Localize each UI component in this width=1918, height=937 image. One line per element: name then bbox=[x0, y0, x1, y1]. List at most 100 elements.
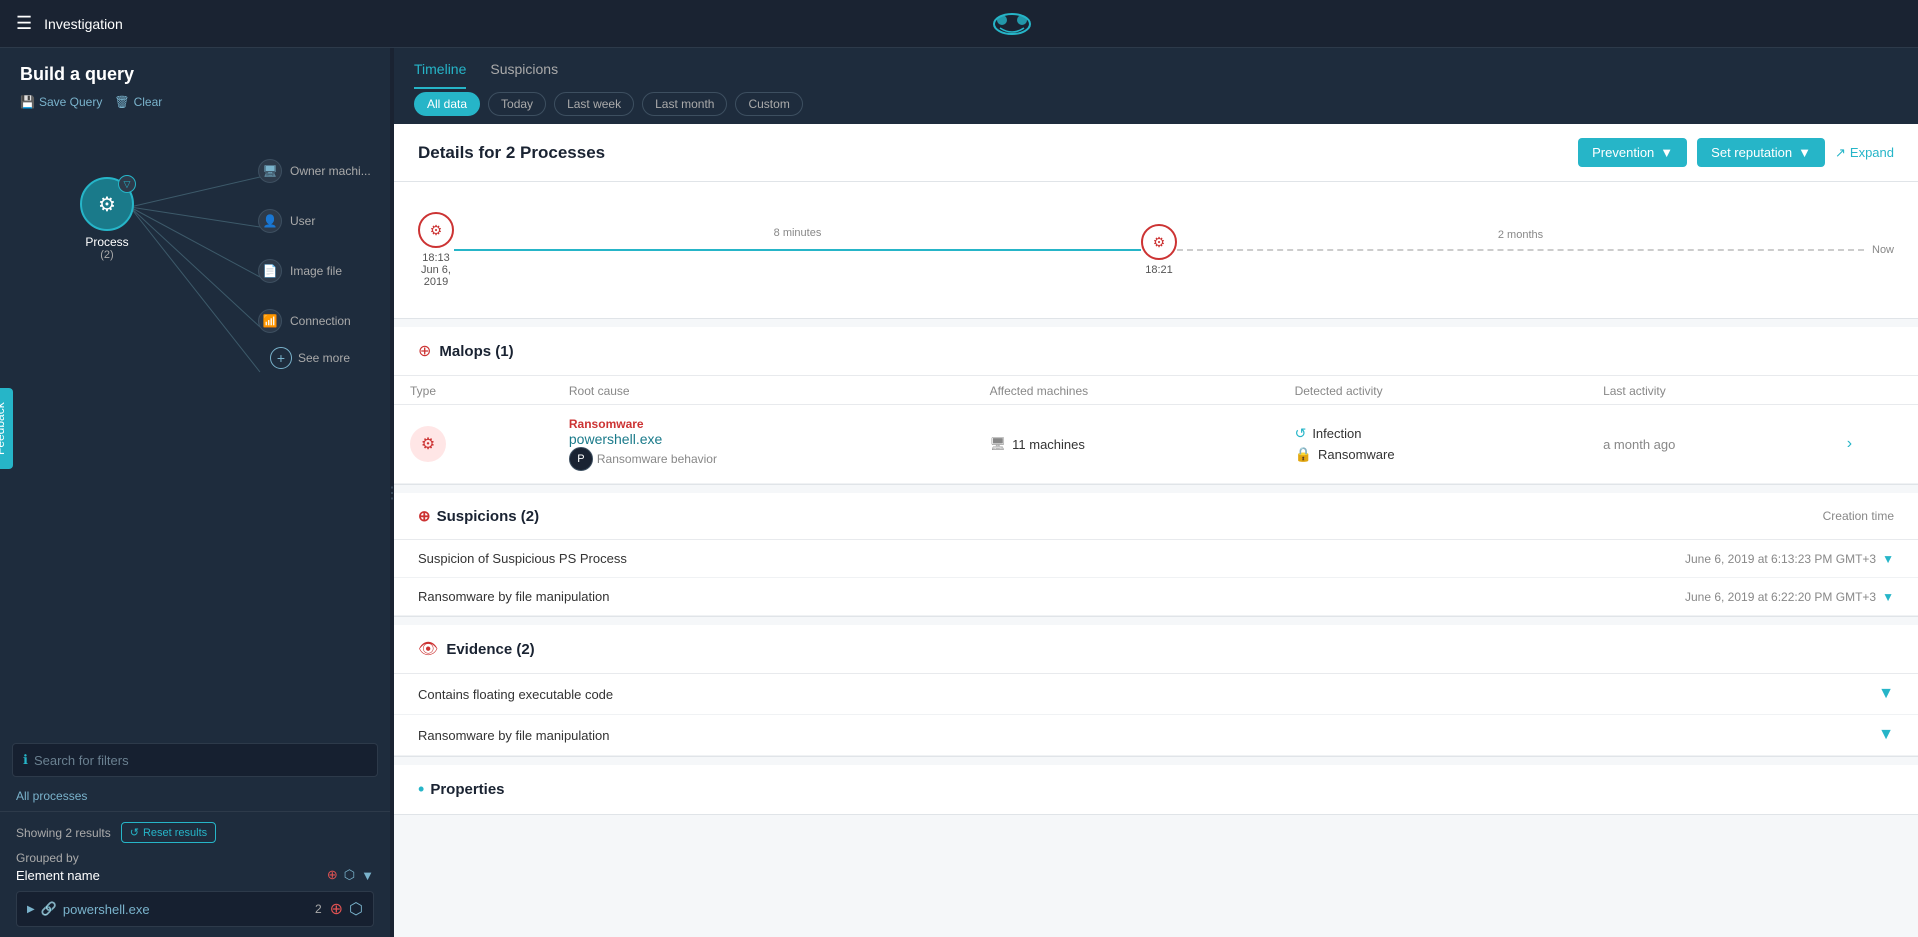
machines-cell: 🖥 11 machines bbox=[990, 436, 1263, 452]
malop-process-name: powershell.exe bbox=[569, 431, 958, 447]
malop-rootcause-cell: Ransomware powershell.exe P Ransomware b… bbox=[553, 405, 974, 484]
see-more-node[interactable]: + See more bbox=[270, 347, 350, 369]
connected-node-user[interactable]: 👤 User bbox=[258, 209, 315, 233]
set-reputation-button[interactable]: Set reputation ▼ bbox=[1697, 138, 1825, 167]
result-count: 2 bbox=[315, 902, 322, 916]
evidence-row-2[interactable]: Ransomware by file manipulation ▼ bbox=[394, 715, 1918, 756]
save-icon: 💾 bbox=[20, 95, 35, 109]
search-filters-input[interactable]: ℹ Search for filters bbox=[12, 743, 378, 777]
prevention-chevron-icon: ▼ bbox=[1660, 145, 1673, 160]
properties-dot-icon: • bbox=[418, 779, 424, 800]
suspicions-header: ⊕ Suspicions (2) Creation time bbox=[394, 493, 1918, 540]
suspicion-row-1[interactable]: Suspicion of Suspicious PS Process June … bbox=[394, 540, 1918, 578]
timeline-gap-label-1: 8 minutes bbox=[774, 227, 822, 239]
prevention-button[interactable]: Prevention ▼ bbox=[1578, 138, 1687, 167]
app-logo bbox=[992, 10, 1032, 38]
evidence-name-1: Contains floating executable code bbox=[418, 687, 613, 702]
timeline-now-label: Now bbox=[1872, 244, 1894, 256]
evidence-name-2: Ransomware by file manipulation bbox=[418, 728, 609, 743]
properties-title: Properties bbox=[430, 781, 504, 798]
activity-ransomware: 🔒 Ransomware bbox=[1295, 446, 1572, 463]
evidence-row-1[interactable]: Contains floating executable code ▼ bbox=[394, 674, 1918, 715]
timeline-segment-2: 2 months bbox=[1177, 249, 1864, 251]
malop-behavior: P Ransomware behavior bbox=[569, 447, 958, 471]
suspicion-name-1: Suspicion of Suspicious PS Process bbox=[418, 551, 627, 566]
timeline-start-time: 18:13 Jun 6, 2019 bbox=[421, 252, 451, 288]
result-row-actions: ⊕ ⬡ bbox=[330, 899, 363, 919]
image-file-icon: 📄 bbox=[258, 259, 282, 283]
result-name: powershell.exe bbox=[63, 902, 315, 917]
reset-icon: ↺ bbox=[130, 826, 139, 839]
search-placeholder-text: Search for filters bbox=[34, 753, 129, 768]
malops-icon: ⊕ bbox=[418, 341, 431, 361]
evidence-eye-icon: 👁 bbox=[418, 639, 438, 659]
all-processes-label: All processes bbox=[0, 785, 390, 811]
save-query-button[interactable]: 💾 Save Query bbox=[20, 95, 102, 109]
owner-machine-icon: 🖥 bbox=[258, 159, 282, 183]
timeline-mid-time: 18:21 bbox=[1145, 264, 1173, 276]
graph-area: ⚙ ▽ Process (2) 🖥 Owner machi... 👤 User … bbox=[0, 117, 390, 739]
timeline-mid-dot: ⚙ bbox=[1141, 224, 1177, 260]
results-section: Showing 2 results ↺ Reset results Groupe… bbox=[0, 812, 390, 937]
date-last-month[interactable]: Last month bbox=[642, 92, 727, 116]
date-all-data[interactable]: All data bbox=[414, 92, 480, 116]
suspicions-icon: ⊕ bbox=[418, 507, 431, 525]
left-panel: Build a query 💾 Save Query 🗑 Clear bbox=[0, 48, 390, 937]
suspicion-time-1: June 6, 2019 at 6:13:23 PM GMT+3 ▼ bbox=[1685, 552, 1894, 566]
results-header: Showing 2 results ↺ Reset results bbox=[16, 822, 374, 843]
properties-bar: • Properties bbox=[394, 765, 1918, 814]
monitor-icon: 🖥 bbox=[990, 436, 1007, 452]
grouped-by-label: Grouped by bbox=[16, 851, 374, 865]
malop-type-cell: ⚙ bbox=[394, 405, 553, 484]
malop-machines-cell: 🖥 11 machines bbox=[974, 405, 1279, 484]
expand-button[interactable]: ↗ Expand bbox=[1835, 145, 1894, 161]
set-reputation-chevron-icon: ▼ bbox=[1798, 145, 1811, 160]
query-header: Build a query 💾 Save Query 🗑 Clear bbox=[0, 48, 390, 117]
evidence-section-title: Evidence (2) bbox=[446, 641, 534, 658]
element-icon: ⬡ bbox=[344, 867, 355, 883]
tab-timeline[interactable]: Timeline bbox=[414, 51, 466, 89]
menu-icon[interactable]: ☰ bbox=[16, 13, 32, 34]
right-panel: Timeline Suspicions All data Today Last … bbox=[394, 48, 1918, 937]
evidence-chevron-2: ▼ bbox=[1878, 726, 1894, 744]
timeline-start-point: ⚙ 18:13 Jun 6, 2019 bbox=[418, 212, 454, 288]
process-node-count: (2) bbox=[100, 249, 113, 261]
date-last-week[interactable]: Last week bbox=[554, 92, 634, 116]
clear-icon: 🗑 bbox=[114, 95, 129, 109]
query-actions: 💾 Save Query 🗑 Clear bbox=[20, 95, 370, 109]
malops-section: ⊕ Malops (1) Type Root cause Affected ma… bbox=[394, 327, 1918, 485]
process-node[interactable]: ⚙ ▽ Process (2) bbox=[80, 177, 134, 261]
malop-filter-icon: ⊕ bbox=[327, 867, 338, 883]
suspicion-row-2[interactable]: Ransomware by file manipulation June 6, … bbox=[394, 578, 1918, 616]
date-custom[interactable]: Custom bbox=[735, 92, 802, 116]
result-malop-icon: ⊕ bbox=[330, 899, 343, 919]
connected-node-connection[interactable]: 📶 Connection bbox=[258, 309, 351, 333]
date-today[interactable]: Today bbox=[488, 92, 546, 116]
malop-row[interactable]: ⚙ Ransomware powershell.exe P Ransomware… bbox=[394, 405, 1918, 484]
ransomware-gear-icon: ⚙ bbox=[410, 426, 446, 462]
dropdown-icon[interactable]: ▼ bbox=[361, 868, 374, 883]
connection-icon: 📶 bbox=[258, 309, 282, 333]
malop-row-chevron-icon[interactable]: › bbox=[1847, 435, 1852, 452]
suspicions-section: ⊕ Suspicions (2) Creation time Suspicion… bbox=[394, 493, 1918, 617]
connected-node-image[interactable]: 📄 Image file bbox=[258, 259, 342, 283]
timeline-mid-point: ⚙ 18:21 bbox=[1141, 224, 1177, 276]
process-file-icon: 🔗 bbox=[41, 901, 57, 917]
expand-row-icon[interactable]: ▶ bbox=[27, 904, 35, 915]
feedback-tab[interactable]: Feedback bbox=[0, 388, 13, 469]
connected-node-owner[interactable]: 🖥 Owner machi... bbox=[258, 159, 371, 183]
results-count: Showing 2 results bbox=[16, 826, 111, 840]
malop-icon-wrap: ⚙ bbox=[410, 426, 537, 462]
reset-results-button[interactable]: ↺ Reset results bbox=[121, 822, 216, 843]
user-icon: 👤 bbox=[258, 209, 282, 233]
start-gear-icon: ⚙ bbox=[430, 222, 443, 239]
result-row[interactable]: ▶ 🔗 powershell.exe 2 ⊕ ⬡ bbox=[16, 891, 374, 927]
timeline-gap-label-2: 2 months bbox=[1498, 229, 1543, 241]
malop-last-activity-cell: a month ago bbox=[1587, 405, 1831, 484]
result-element-icon: ⬡ bbox=[349, 899, 363, 919]
nav-title: Investigation bbox=[44, 16, 123, 32]
tab-suspicions[interactable]: Suspicions bbox=[490, 51, 558, 89]
suspicion-chevron-2: ▼ bbox=[1882, 590, 1894, 604]
clear-button[interactable]: 🗑 Clear bbox=[114, 95, 162, 109]
malop-chevron-cell[interactable]: › bbox=[1831, 405, 1918, 484]
